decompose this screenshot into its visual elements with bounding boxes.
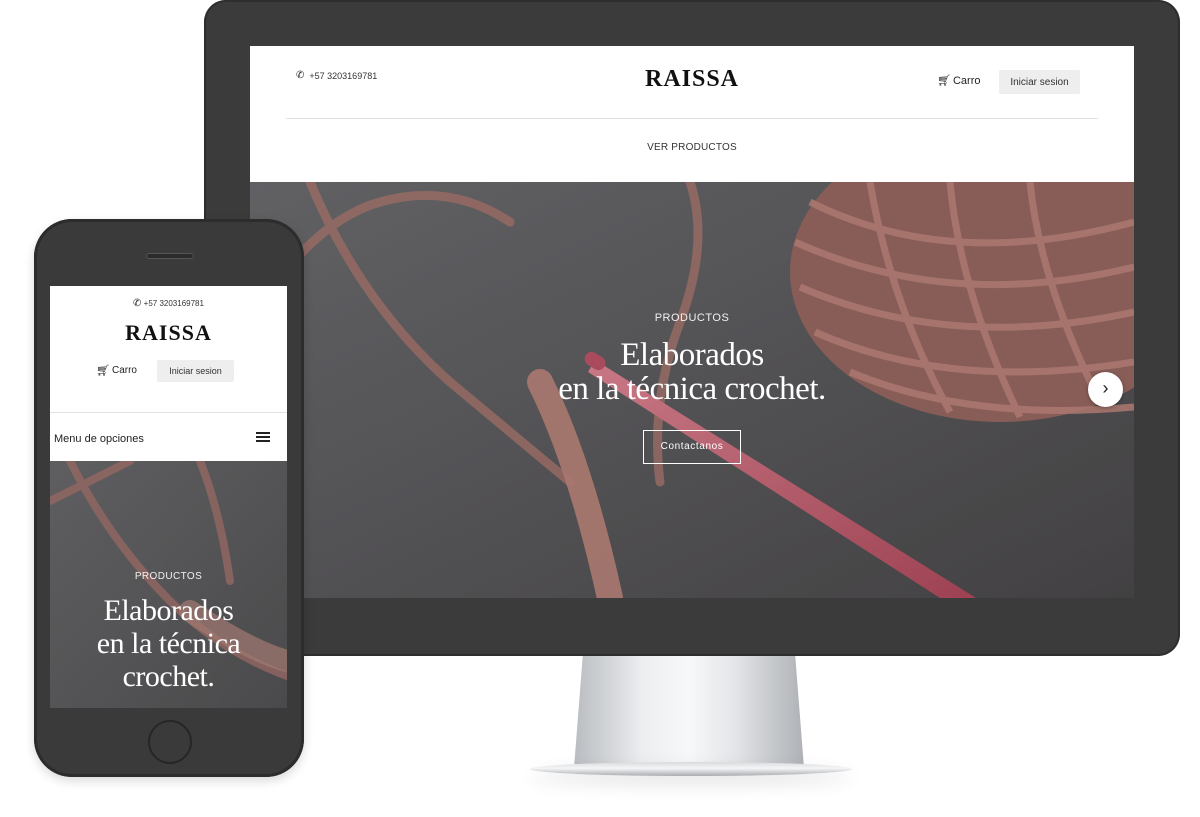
- monitor-base: [530, 762, 852, 776]
- hero-title-line-2: en la técnica crochet.: [558, 371, 826, 407]
- login-button[interactable]: Iniciar sesion: [999, 70, 1080, 94]
- hero-slider: PRODUCTOS Elaborados en la técnica croch…: [250, 182, 1134, 598]
- hero-title-line-1: Elaborados: [620, 337, 764, 373]
- mobile-cart-link[interactable]: 🛒︎ Carro: [96, 364, 137, 377]
- header-divider: [286, 118, 1098, 119]
- mobile-menu-bar[interactable]: Menu de opciones: [50, 413, 287, 461]
- mobile-site-logo[interactable]: RAISSA: [50, 320, 287, 346]
- hero-eyebrow: PRODUCTOS: [654, 312, 730, 324]
- mobile-hero-title-line-2: en la técnica: [96, 627, 241, 660]
- nav-ver-productos[interactable]: VER PRODUCTOS: [250, 142, 1134, 153]
- chevron-right-icon[interactable]: ›: [1088, 372, 1123, 407]
- hero-title: Elaborados en la técnica crochet.: [250, 338, 1134, 406]
- cart-link[interactable]: 🛒︎ Carro: [937, 74, 981, 88]
- contact-button[interactable]: Contactanos: [643, 430, 741, 464]
- mobile-cart-label: Carro: [111, 365, 137, 376]
- cart-label: Carro: [952, 74, 981, 87]
- hamburger-icon[interactable]: [256, 432, 270, 442]
- mobile-hero-title-line-1: Elaborados: [103, 594, 234, 627]
- site-header: ✆ +57 3203169781 RAISSA 🛒︎ Carro Iniciar…: [250, 46, 1134, 182]
- cart-icon: 🛒︎: [96, 365, 110, 377]
- mobile-hero-eyebrow: PRODUCTOS: [134, 571, 203, 582]
- mobile-screen: ✆ +57 3203169781 RAISSA 🛒︎ Carro Iniciar…: [50, 286, 287, 708]
- mobile-phone-number: +57 3203169781: [143, 299, 204, 308]
- mobile-hero-content: PRODUCTOS Elaborados en la técnica croch…: [50, 571, 287, 693]
- hero-content: PRODUCTOS Elaborados en la técnica croch…: [250, 312, 1134, 464]
- mobile-login-button[interactable]: Iniciar sesion: [157, 360, 234, 382]
- monitor-stand: [574, 650, 804, 768]
- mobile-hero-title: Elaborados en la técnica crochet.: [50, 594, 287, 693]
- mobile-header-phone[interactable]: ✆ +57 3203169781: [50, 298, 287, 309]
- phone-home-button: [148, 720, 192, 764]
- mobile-hero: PRODUCTOS Elaborados en la técnica croch…: [50, 461, 287, 708]
- mobile-menu-label: Menu de opciones: [54, 433, 144, 445]
- mobile-hero-title-line-3: crochet.: [122, 660, 215, 693]
- phone-speaker: [146, 253, 194, 259]
- phone-icon: ✆: [133, 298, 142, 309]
- desktop-screen: ✆ +57 3203169781 RAISSA 🛒︎ Carro Iniciar…: [250, 46, 1134, 598]
- cart-icon: 🛒︎: [937, 75, 951, 87]
